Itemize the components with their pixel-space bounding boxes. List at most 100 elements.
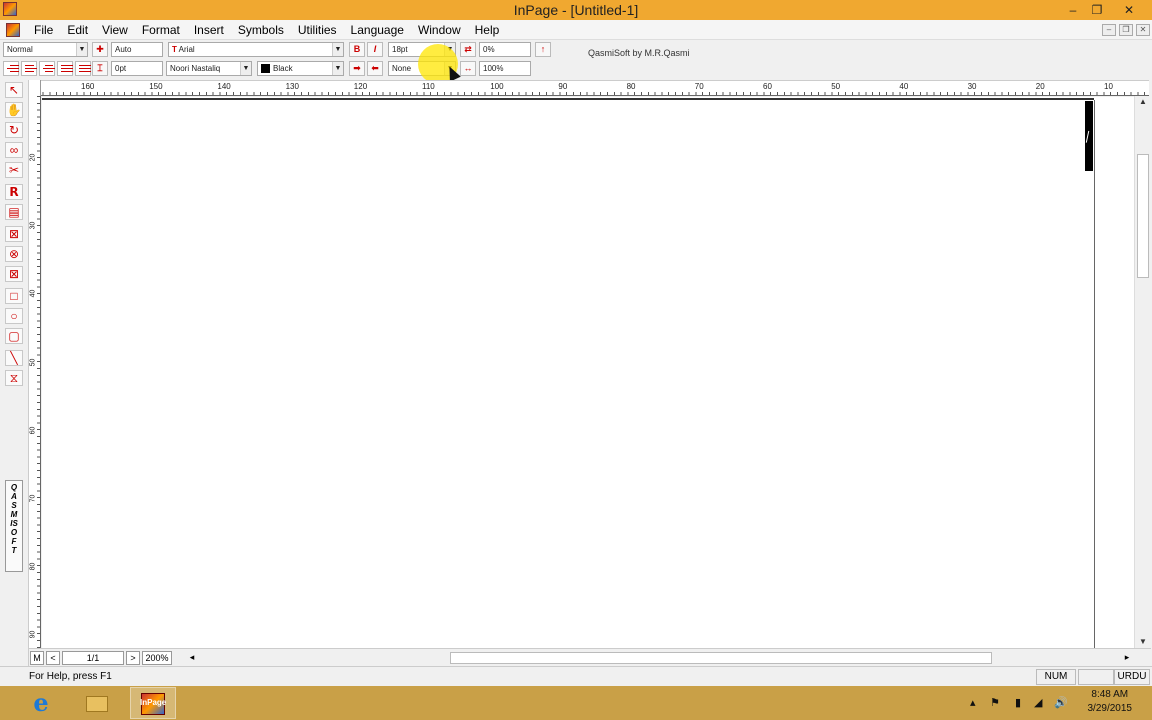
title-bar: InPage - [Untitled-1] – ❐ ✕ [0, 0, 1152, 20]
rotate-tool-icon[interactable]: ↻ [5, 122, 23, 138]
rectangle-tool-icon[interactable]: □ [5, 288, 23, 304]
action-center-icon[interactable]: ⚑ [990, 696, 1000, 709]
scale-icon[interactable]: ↔ [460, 61, 476, 76]
italic-button[interactable]: I [367, 42, 383, 57]
link-tool-icon[interactable]: ∞ [5, 142, 23, 158]
vertical-scrollbar[interactable]: ▲ ▼ [1134, 96, 1150, 648]
text-box-tool-icon[interactable]: 𝗥 [5, 184, 23, 200]
prev-page-button[interactable]: < [46, 651, 60, 665]
internet-explorer-icon[interactable]: e [18, 687, 64, 719]
align-justify-icon[interactable] [57, 61, 73, 76]
brand-vertical-text: QASMISOFT [10, 483, 18, 555]
master-page-button[interactable]: M [30, 651, 44, 665]
system-clock[interactable]: 8:48 AM 3/29/2015 [1088, 688, 1133, 716]
file-explorer-icon[interactable] [74, 687, 120, 719]
battery-icon[interactable]: ▮ [1015, 696, 1021, 709]
page-number-field[interactable]: 1/1 [62, 651, 124, 665]
align-force-icon[interactable] [75, 61, 91, 76]
arrow-right-icon[interactable]: ➡ [349, 61, 365, 76]
menu-insert[interactable]: Insert [187, 23, 231, 37]
spacing-value: 0% [483, 45, 495, 54]
unlink-tool-icon[interactable]: ✂ [5, 162, 23, 178]
scroll-right-icon[interactable]: ▸ [1121, 651, 1133, 665]
style-select[interactable]: Normal ▼ [3, 42, 88, 57]
horizontal-ruler[interactable]: 160 150 140 130 120 110 100 90 80 70 60 50 40 30 20 10 [29, 80, 1149, 96]
menu-symbols[interactable]: Symbols [231, 23, 291, 37]
next-page-button[interactable]: > [126, 651, 140, 665]
menu-view[interactable]: View [95, 23, 135, 37]
size-value: 18pt [392, 45, 408, 54]
color-value: Black [273, 64, 293, 73]
page-right-edge [1094, 100, 1095, 648]
ruler-h-label: 120 [353, 82, 368, 91]
scale-input[interactable]: 100% [479, 61, 531, 76]
ruler-h-label: 50 [831, 82, 841, 91]
ruler-v-label: 50 [29, 358, 37, 366]
doc-close-icon[interactable]: ✕ [1136, 24, 1150, 36]
arrow-left-icon[interactable]: ⬅ [367, 61, 383, 76]
ruler-h-label: 60 [763, 82, 772, 91]
vertical-scroll-thumb[interactable] [1137, 154, 1149, 278]
tray-expand-icon[interactable]: ▴ [970, 696, 976, 709]
shade-value: None [392, 64, 412, 73]
kerning-icon[interactable]: ⇄ [460, 42, 476, 57]
inpage-taskbar-button[interactable]: InPage [130, 687, 176, 719]
pointer-tool-icon[interactable]: ↖ [5, 82, 23, 98]
menu-format[interactable]: Format [135, 23, 187, 37]
urdu-font-select[interactable]: Noori Nastaliq ▼ [166, 61, 252, 76]
restore-icon[interactable]: ❐ [1084, 0, 1110, 20]
leading-input[interactable]: Auto [111, 42, 163, 57]
document-icon[interactable] [6, 23, 20, 37]
rect-picture-tool-icon[interactable]: ⊠ [5, 226, 23, 242]
menu-help[interactable]: Help [468, 23, 507, 37]
menu-language[interactable]: Language [344, 23, 411, 37]
status-bar: For Help, press F1 NUM URDU [0, 666, 1152, 686]
hand-tool-icon[interactable]: ✋ [5, 102, 23, 118]
menu-utilities[interactable]: Utilities [291, 23, 344, 37]
menu-items: File Edit View Format Insert Symbols Utilities… [27, 23, 506, 37]
doc-restore-icon[interactable]: ❐ [1119, 24, 1133, 36]
bold-button[interactable]: B [349, 42, 365, 57]
oval-tool-icon[interactable]: ○ [5, 308, 23, 324]
ruler-h-label: 40 [899, 82, 909, 91]
align-left-icon[interactable] [21, 61, 37, 76]
horizontal-scroll-thumb[interactable] [450, 652, 992, 664]
chevron-down-icon: ▼ [332, 43, 343, 56]
scroll-left-icon[interactable]: ◂ [186, 651, 198, 665]
vertical-ruler[interactable]: 20 30 40 50 60 70 80 90 [29, 96, 41, 648]
spacing-input[interactable]: 0% [479, 42, 531, 57]
ruler-v-label: 40 [29, 289, 37, 298]
document-canvas[interactable] [42, 97, 1134, 648]
scroll-down-icon[interactable]: ▼ [1135, 636, 1151, 648]
format-toolbar-bottom: ⌶ 0pt Noori Nastaliq ▼ Black ▼ ➡ ⬅ None … [0, 59, 1152, 78]
line-tool-icon[interactable]: ╲ [5, 350, 23, 366]
leading-icon[interactable]: ✚ [92, 42, 108, 57]
menu-edit[interactable]: Edit [60, 23, 95, 37]
oval-picture-tool-icon[interactable]: ⊗ [5, 246, 23, 262]
polygon-tool-icon[interactable]: ⧖ [5, 370, 23, 386]
ruler-v-label: 20 [29, 153, 37, 162]
minimize-icon[interactable]: – [1060, 0, 1086, 20]
scroll-up-icon[interactable]: ▲ [1135, 96, 1151, 108]
page-top-edge [42, 98, 1094, 100]
baseline-up-icon[interactable]: ↑ [535, 42, 551, 57]
polygon-picture-tool-icon[interactable]: ⊠ [5, 266, 23, 282]
zoom-field[interactable]: 200% [142, 651, 172, 665]
menu-window[interactable]: Window [411, 23, 468, 37]
network-icon[interactable]: ◢ [1034, 696, 1042, 709]
volume-icon[interactable]: 🔊 [1054, 696, 1068, 709]
font-select[interactable]: T Arial ▼ [168, 42, 344, 57]
indent-input[interactable]: 0pt [111, 61, 163, 76]
text-frame-tool-icon[interactable]: ▤ [5, 204, 23, 220]
align-right-icon[interactable] [3, 61, 19, 76]
rounded-rect-tool-icon[interactable]: ▢ [5, 328, 23, 344]
chevron-down-icon: ▼ [240, 62, 251, 75]
menu-file[interactable]: File [27, 23, 60, 37]
doc-minimize-icon[interactable]: – [1102, 24, 1116, 36]
indent-icon[interactable]: ⌶ [92, 61, 108, 76]
color-select[interactable]: Black ▼ [257, 61, 344, 76]
ruler-v-label: 80 [29, 562, 37, 571]
close-icon[interactable]: ✕ [1116, 0, 1142, 20]
ruler-origin[interactable] [29, 80, 41, 96]
align-center-icon[interactable] [39, 61, 55, 76]
